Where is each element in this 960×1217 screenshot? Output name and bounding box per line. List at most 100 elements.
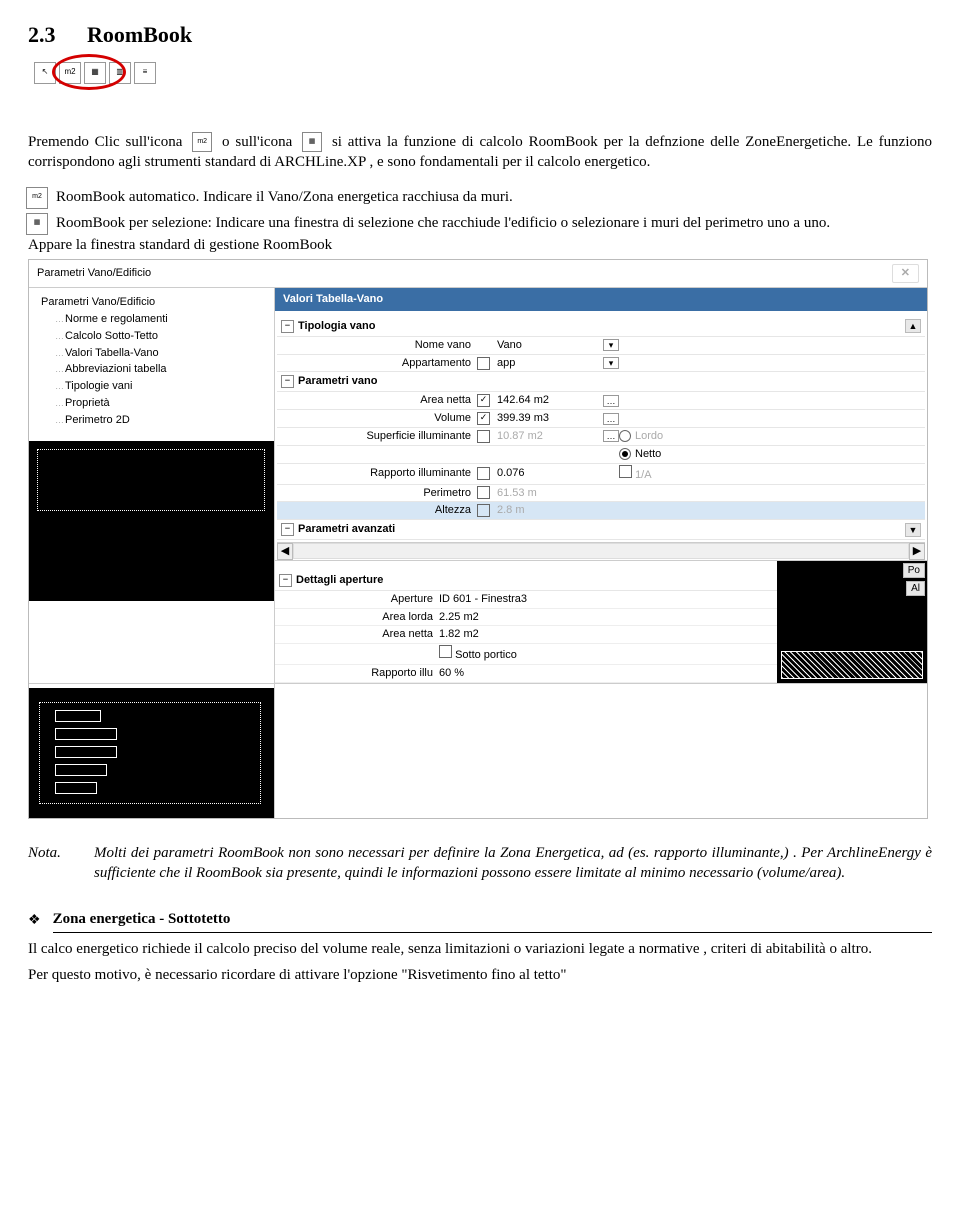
- edit-button[interactable]: …: [603, 395, 619, 407]
- edit-button[interactable]: …: [603, 430, 619, 442]
- scroll-right-button[interactable]: ▶: [909, 543, 925, 560]
- tree-item-tipologie[interactable]: Tipologie vani: [29, 378, 274, 395]
- radio-lordo[interactable]: [619, 430, 631, 442]
- collapse-icon[interactable]: −: [279, 574, 292, 587]
- dropdown-button[interactable]: ▾: [603, 339, 619, 351]
- grid-icon: ▦: [302, 132, 322, 152]
- radio-label-netto: Netto: [635, 448, 661, 460]
- row-aperture: Aperture ID 601 - Finestra3: [275, 591, 777, 609]
- value-area-netta-det: 1.82 m2: [439, 627, 771, 642]
- group-tipologia[interactable]: − Tipologia vano ▲: [277, 317, 925, 337]
- label-perimetro: Perimetro: [297, 486, 477, 501]
- label-1a: 1/A: [635, 469, 652, 481]
- diamond-bullet-icon: ❖: [28, 912, 41, 931]
- group-dettagli[interactable]: − Dettagli aperture: [275, 571, 777, 591]
- bullet-selection: ▦ RoomBook per selezione: Indicare una f…: [56, 213, 932, 233]
- hatch-pattern: [781, 651, 923, 679]
- bullet-automatic: m2 RoomBook automatico. Indicare il Vano…: [56, 187, 932, 207]
- bullet2-text: RoomBook per selezione: Indicare una fin…: [56, 215, 830, 231]
- collapse-icon[interactable]: −: [281, 523, 294, 536]
- group-avanzati[interactable]: − Parametri avanzati ▼: [277, 520, 925, 540]
- tree-item-sottotetto[interactable]: Calcolo Sotto-Tetto: [29, 328, 274, 345]
- row-radio-netto: Netto: [277, 446, 925, 464]
- scroll-track[interactable]: [293, 543, 909, 559]
- collapse-icon[interactable]: −: [281, 375, 294, 388]
- row-appartamento: Appartamento app ▾: [277, 355, 925, 373]
- label-area-netta-det: Area netta: [299, 627, 439, 642]
- tree-item-proprieta[interactable]: Proprietà: [29, 395, 274, 412]
- grid-icon: ▦: [26, 213, 48, 235]
- m2-icon: m2: [26, 187, 48, 209]
- value-area-lorda: 2.25 m2: [439, 610, 771, 625]
- m2-icon: m2: [192, 132, 212, 152]
- radio-label-lordo: Lordo: [635, 430, 663, 442]
- checkbox-altezza[interactable]: [477, 504, 490, 517]
- checkbox-sotto-portico[interactable]: [439, 645, 452, 658]
- label-altezza: Altezza: [297, 503, 477, 518]
- toolbar-illustration: ↖ m2 ▦ ▥ ≡: [28, 58, 162, 88]
- horizontal-scrollbar[interactable]: ◀ ▶: [277, 542, 925, 560]
- row-nome-vano: Nome vano Vano ▾: [277, 337, 925, 355]
- tree-item-norme[interactable]: Norme e regolamenti: [29, 311, 274, 328]
- group-parametri[interactable]: − Parametri vano: [277, 372, 925, 392]
- checkbox-area-netta[interactable]: [477, 394, 490, 407]
- scroll-down-button[interactable]: ▼: [905, 523, 921, 537]
- checkbox-perimetro[interactable]: [477, 486, 490, 499]
- property-grid: − Tipologia vano ▲ Nome vano Vano ▾ Appa…: [275, 311, 927, 560]
- close-button[interactable]: ✕: [892, 264, 919, 283]
- checkbox-1a[interactable]: [619, 465, 632, 478]
- value-area-netta[interactable]: 142.64 m2: [493, 393, 603, 408]
- value-altezza: 2.8 m: [493, 503, 603, 518]
- bullet1-text: RoomBook automatico. Indicare il Vano/Zo…: [56, 189, 513, 205]
- label-area-lorda: Area lorda: [299, 610, 439, 625]
- plan-preview: [29, 441, 274, 601]
- checkbox-appartamento[interactable]: [477, 357, 490, 370]
- edit-button[interactable]: …: [603, 413, 619, 425]
- tree-item-perimetro[interactable]: Perimetro 2D: [29, 412, 274, 429]
- value-rapporto-illu-det: 60 %: [439, 666, 771, 681]
- row-area-netta: Area netta 142.64 m2 …: [277, 392, 925, 410]
- checkbox-rapporto[interactable]: [477, 467, 490, 480]
- preview-toggle-top[interactable]: Po: [903, 563, 925, 579]
- value-appartamento[interactable]: app: [493, 356, 603, 371]
- value-aperture[interactable]: ID 601 - Finestra3: [439, 592, 771, 607]
- row-superficie-illuminante: Superficie illuminante 10.87 m2 … Lordo: [277, 428, 925, 446]
- group-label-avanzati: Parametri avanzati: [298, 522, 395, 537]
- details-area: − Dettagli aperture Aperture ID 601 - Fi…: [275, 560, 927, 683]
- plan-preview-lower: [29, 688, 274, 818]
- value-rapporto[interactable]: 0.076: [493, 466, 603, 481]
- preview-toggle-bottom[interactable]: Al: [906, 581, 925, 597]
- grid-icon: ▦: [84, 62, 106, 84]
- group-label-parametri: Parametri vano: [298, 374, 377, 389]
- cursor-icon: ↖: [34, 62, 56, 84]
- tree-root[interactable]: Parametri Vano/Edificio: [29, 294, 274, 311]
- row-area-lorda: Area lorda 2.25 m2: [275, 609, 777, 627]
- label-sup-illum: Superficie illuminante: [297, 429, 477, 444]
- tree-item-tabella-vano[interactable]: Valori Tabella-Vano: [29, 345, 274, 362]
- zone-title: Zona energetica - Sottotetto: [53, 909, 932, 932]
- section-heading: 2.3 RoomBook: [28, 20, 932, 50]
- row-perimetro: Perimetro 61.53 m: [277, 485, 925, 503]
- p1-text-2: o sull'icona: [222, 134, 298, 150]
- scroll-up-button[interactable]: ▲: [905, 319, 921, 333]
- scroll-left-button[interactable]: ◀: [277, 543, 293, 560]
- row-altezza: Altezza 2.8 m: [277, 502, 925, 520]
- checkbox-sup-illum[interactable]: [477, 430, 490, 443]
- dropdown-button[interactable]: ▾: [603, 357, 619, 369]
- row-rapporto-illuminante: Rapporto illuminante 0.076 1/A: [277, 464, 925, 485]
- label-aperture: Aperture: [299, 592, 439, 607]
- tree-item-abbrev[interactable]: Abbreviazioni tabella: [29, 361, 274, 378]
- collapse-icon[interactable]: −: [281, 320, 294, 333]
- m2-icon: m2: [59, 62, 81, 84]
- value-volume[interactable]: 399.39 m3: [493, 411, 603, 426]
- p1-text-1: Premendo Clic sull'icona: [28, 134, 188, 150]
- value-nome-vano[interactable]: Vano: [493, 338, 603, 353]
- properties-header: Valori Tabella-Vano: [275, 288, 927, 311]
- label-volume: Volume: [297, 411, 477, 426]
- zone-paragraph-2: Per questo motivo, è necessario ricordar…: [28, 965, 932, 985]
- label-area-netta: Area netta: [297, 393, 477, 408]
- checkbox-volume[interactable]: [477, 412, 490, 425]
- radio-netto[interactable]: [619, 448, 631, 460]
- paragraph-1: Premendo Clic sull'icona m2 o sull'icona…: [28, 132, 932, 173]
- value-perimetro: 61.53 m: [493, 486, 603, 501]
